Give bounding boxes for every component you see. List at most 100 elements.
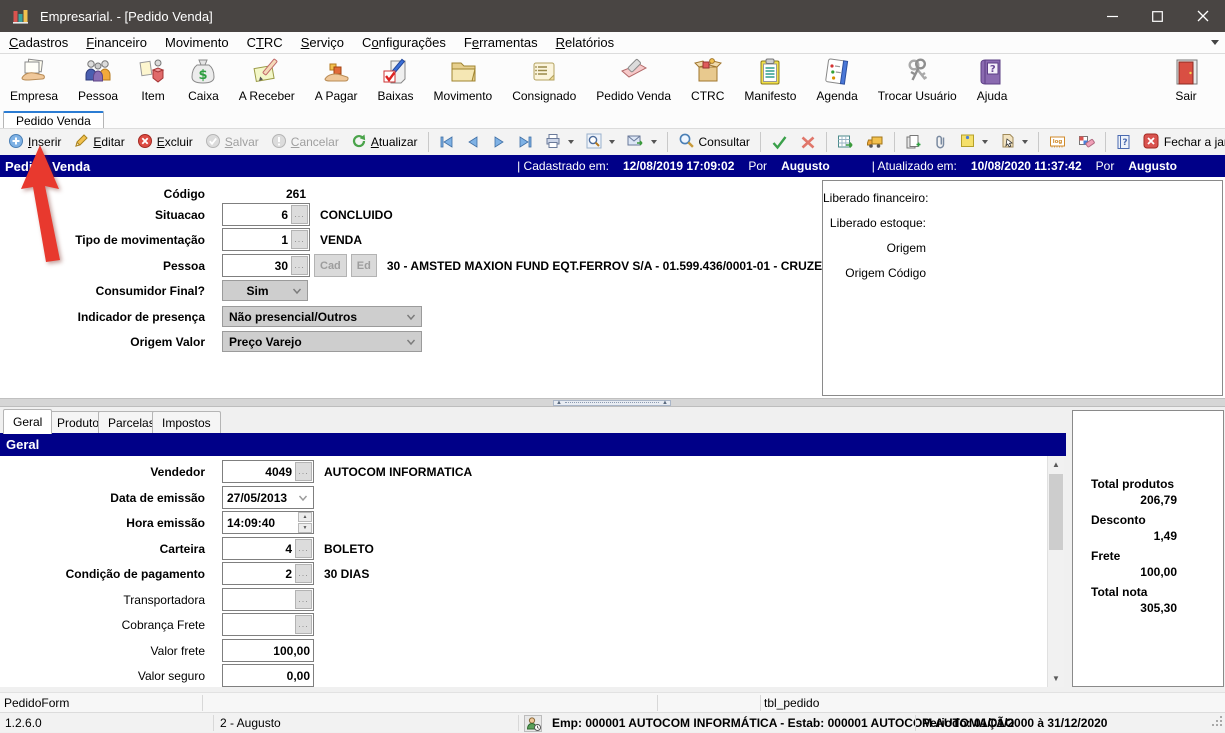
scroll-down-icon[interactable]: ▼ — [1048, 670, 1064, 687]
carteira-lookup-button[interactable]: ... — [295, 539, 312, 558]
reject-button[interactable] — [794, 131, 822, 154]
menu-configuracoes[interactable]: Configurações — [353, 32, 455, 53]
transportadora-lookup-button[interactable]: ... — [295, 590, 312, 609]
consignado-button[interactable]: Consignado — [502, 54, 586, 111]
valor-seguro-input[interactable]: 0,00 — [222, 664, 314, 687]
menu-ferramentas[interactable]: Ferramentas — [455, 32, 547, 53]
manifesto-button[interactable]: Manifesto — [734, 54, 806, 111]
ctrc-button[interactable]: CTRC — [681, 54, 734, 111]
origem-label: Origem — [823, 241, 926, 255]
truck-button[interactable] — [860, 131, 890, 154]
export-grid-button[interactable] — [831, 131, 860, 154]
vendedor-lookup-button[interactable]: ... — [295, 462, 312, 481]
carteira-input[interactable]: 4 ... — [222, 537, 314, 560]
a-receber-button[interactable]: A Receber — [229, 54, 305, 111]
origem-valor-combo[interactable]: Preço Varejo — [222, 331, 422, 352]
tab-pedido-venda[interactable]: Pedido Venda — [3, 111, 104, 129]
nav-prev-button[interactable] — [460, 131, 486, 154]
tab-impostos[interactable]: Impostos — [152, 411, 221, 433]
sair-button[interactable]: Sair — [1161, 54, 1211, 111]
editar-button[interactable]: Editar — [67, 131, 130, 154]
menu-relatorios[interactable]: Relatórios — [547, 32, 624, 53]
inserir-button[interactable]: Inserir — [2, 131, 67, 154]
pessoa-input[interactable]: 30 ... — [222, 254, 310, 277]
situacao-lookup-button[interactable]: ... — [291, 205, 308, 224]
data-emissao-input[interactable]: 27/05/2013 — [222, 486, 314, 509]
valor-frete-input[interactable]: 100,00 — [222, 639, 314, 662]
nav-first-button[interactable] — [433, 131, 460, 154]
pessoa-ed-button[interactable]: Ed — [351, 254, 377, 277]
cobranca-frete-lookup-button[interactable]: ... — [295, 615, 312, 634]
clipboard-icon — [755, 57, 785, 87]
status-divider — [213, 715, 214, 731]
caixa-button[interactable]: $ Caixa — [178, 54, 229, 111]
condicao-lookup-button[interactable]: ... — [295, 564, 312, 583]
copy-doc-button[interactable] — [899, 131, 927, 154]
situacao-input[interactable]: 6 ... — [222, 203, 310, 226]
scroll-up-icon[interactable]: ▲ — [1048, 456, 1064, 473]
vendedor-value: 4049 — [223, 465, 295, 479]
consumidor-combo[interactable]: Sim — [222, 280, 308, 301]
cobranca-frete-input[interactable]: ... — [222, 613, 314, 636]
hora-emissao-input[interactable]: 14:09:40 ▲ ▼ — [222, 511, 314, 534]
tipo-input[interactable]: 1 ... — [222, 228, 310, 251]
note-button[interactable] — [954, 131, 994, 154]
resize-grip[interactable] — [1211, 715, 1223, 730]
send-mail-button[interactable] — [621, 131, 663, 154]
agenda-button[interactable]: Agenda — [806, 54, 867, 111]
excluir-button[interactable]: Excluir — [131, 131, 199, 154]
condicao-input[interactable]: 2 ... — [222, 562, 314, 585]
doc-action-button[interactable] — [994, 131, 1034, 154]
clear-grid-button[interactable] — [1072, 131, 1101, 154]
tab-pedido-venda-label: Pedido Venda — [16, 114, 91, 128]
detail-form-scrollbar[interactable]: ▲ ▼ — [1047, 456, 1064, 687]
atualizar-button[interactable]: Atualizar — [345, 131, 424, 154]
menu-servico[interactable]: Serviço — [292, 32, 353, 53]
time-spin-down-button[interactable]: ▼ — [298, 523, 312, 533]
nav-last-button[interactable] — [512, 131, 539, 154]
baixas-button[interactable]: Baixas — [368, 54, 424, 111]
confirm-button[interactable] — [765, 131, 794, 154]
created-label: | Cadastrado em: — [517, 159, 609, 173]
fechar-janela-button[interactable]: Fechar a janela — [1137, 131, 1225, 154]
transportadora-input[interactable]: ... — [222, 588, 314, 611]
pedido-venda-button[interactable]: Pedido Venda — [586, 54, 681, 111]
salvar-button[interactable]: Salvar — [199, 131, 265, 154]
item-button[interactable]: Item — [128, 54, 178, 111]
desconto-label: Desconto — [1091, 513, 1146, 527]
horizontal-splitter[interactable]: ▲ ▲ — [0, 398, 1225, 407]
nav-next-button[interactable] — [486, 131, 512, 154]
splitter-handle[interactable]: ▲ ▲ — [553, 400, 671, 406]
a-pagar-button[interactable]: A Pagar — [305, 54, 368, 111]
trocar-usuario-button[interactable]: Trocar Usuário — [868, 54, 967, 111]
maximize-button[interactable] — [1135, 0, 1180, 32]
toolbar-overflow-chevron-icon[interactable] — [1211, 40, 1219, 45]
pessoa-cad-button[interactable]: Cad — [314, 254, 347, 277]
ajuda-button[interactable]: ? Ajuda — [967, 54, 1018, 111]
menu-cadastros[interactable]: Cadastros — [0, 32, 77, 53]
total-nota-value: 305,30 — [1140, 601, 1177, 615]
tab-geral[interactable]: Geral — [3, 409, 52, 434]
tipo-lookup-button[interactable]: ... — [291, 230, 308, 249]
vendedor-input[interactable]: 4049 ... — [222, 460, 314, 483]
menu-movimento[interactable]: Movimento — [156, 32, 238, 53]
log-button[interactable]: log — [1043, 131, 1072, 154]
movimento-button[interactable]: Movimento — [424, 54, 503, 111]
consultar-button[interactable]: Consultar — [672, 131, 756, 154]
menu-ctrc[interactable]: CTRC — [238, 32, 292, 53]
print-button[interactable] — [539, 131, 580, 154]
time-spin-up-button[interactable]: ▲ — [298, 512, 312, 522]
pessoa-button[interactable]: Pessoa — [68, 54, 128, 111]
preview-button[interactable] — [580, 131, 621, 154]
indicador-combo[interactable]: Não presencial/Outros — [222, 306, 422, 327]
help-window-button[interactable]: ? — [1110, 131, 1137, 154]
sticky-note-icon — [960, 133, 975, 151]
attachment-button[interactable] — [927, 131, 954, 154]
menu-financeiro[interactable]: Financeiro — [77, 32, 156, 53]
close-button[interactable] — [1180, 0, 1225, 32]
pessoa-lookup-button[interactable]: ... — [291, 256, 308, 275]
empresa-button[interactable]: Empresa — [0, 54, 68, 111]
scrollbar-thumb[interactable] — [1049, 474, 1063, 550]
cancelar-button[interactable]: Cancelar — [265, 131, 345, 154]
minimize-button[interactable] — [1090, 0, 1135, 32]
